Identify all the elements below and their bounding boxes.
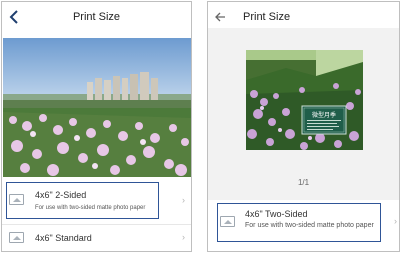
chevron-right-icon: › xyxy=(182,195,185,205)
page-title: Print Size xyxy=(243,11,291,23)
option-label: 4x6" Two-Sided xyxy=(245,209,308,219)
option-label: 4x6" 2-Sided xyxy=(35,190,87,200)
photo-paper-icon xyxy=(9,194,24,205)
photo-paper-icon xyxy=(9,232,24,243)
print-size-screen-two-sided: Print Size 微型月季 1/1 4x6" Two-Sided For u… xyxy=(207,1,400,252)
photo-paper-icon xyxy=(220,216,235,227)
header: Print Size xyxy=(2,2,191,34)
option-4x6-2-sided[interactable]: 4x6" 2-Sided For use with two-sided matt… xyxy=(2,183,191,216)
divider xyxy=(2,224,191,225)
photo-preview: 微型月季 xyxy=(246,50,363,150)
arrow-left-icon[interactable] xyxy=(213,8,227,26)
chevron-right-icon: › xyxy=(182,232,185,242)
page-title: Print Size xyxy=(72,11,121,23)
option-description: For use with two-sided matte photo paper xyxy=(245,222,374,229)
option-4x6-two-sided[interactable]: 4x6" Two-Sided For use with two-sided ma… xyxy=(208,204,399,244)
page-indicator: 1/1 xyxy=(297,178,310,187)
photo-preview xyxy=(3,38,191,177)
option-4x6-standard[interactable]: 4x6" Standard › xyxy=(2,226,191,250)
chevron-right-icon: › xyxy=(394,216,397,226)
option-label: 4x6" Standard xyxy=(35,233,92,243)
print-size-screen-2-sided: Print Size 4x6" 2-Sided For use with two… xyxy=(1,1,192,252)
sign-text: 微型月季 xyxy=(312,111,336,119)
option-description: For use with two-sided matte photo paper xyxy=(35,205,146,211)
